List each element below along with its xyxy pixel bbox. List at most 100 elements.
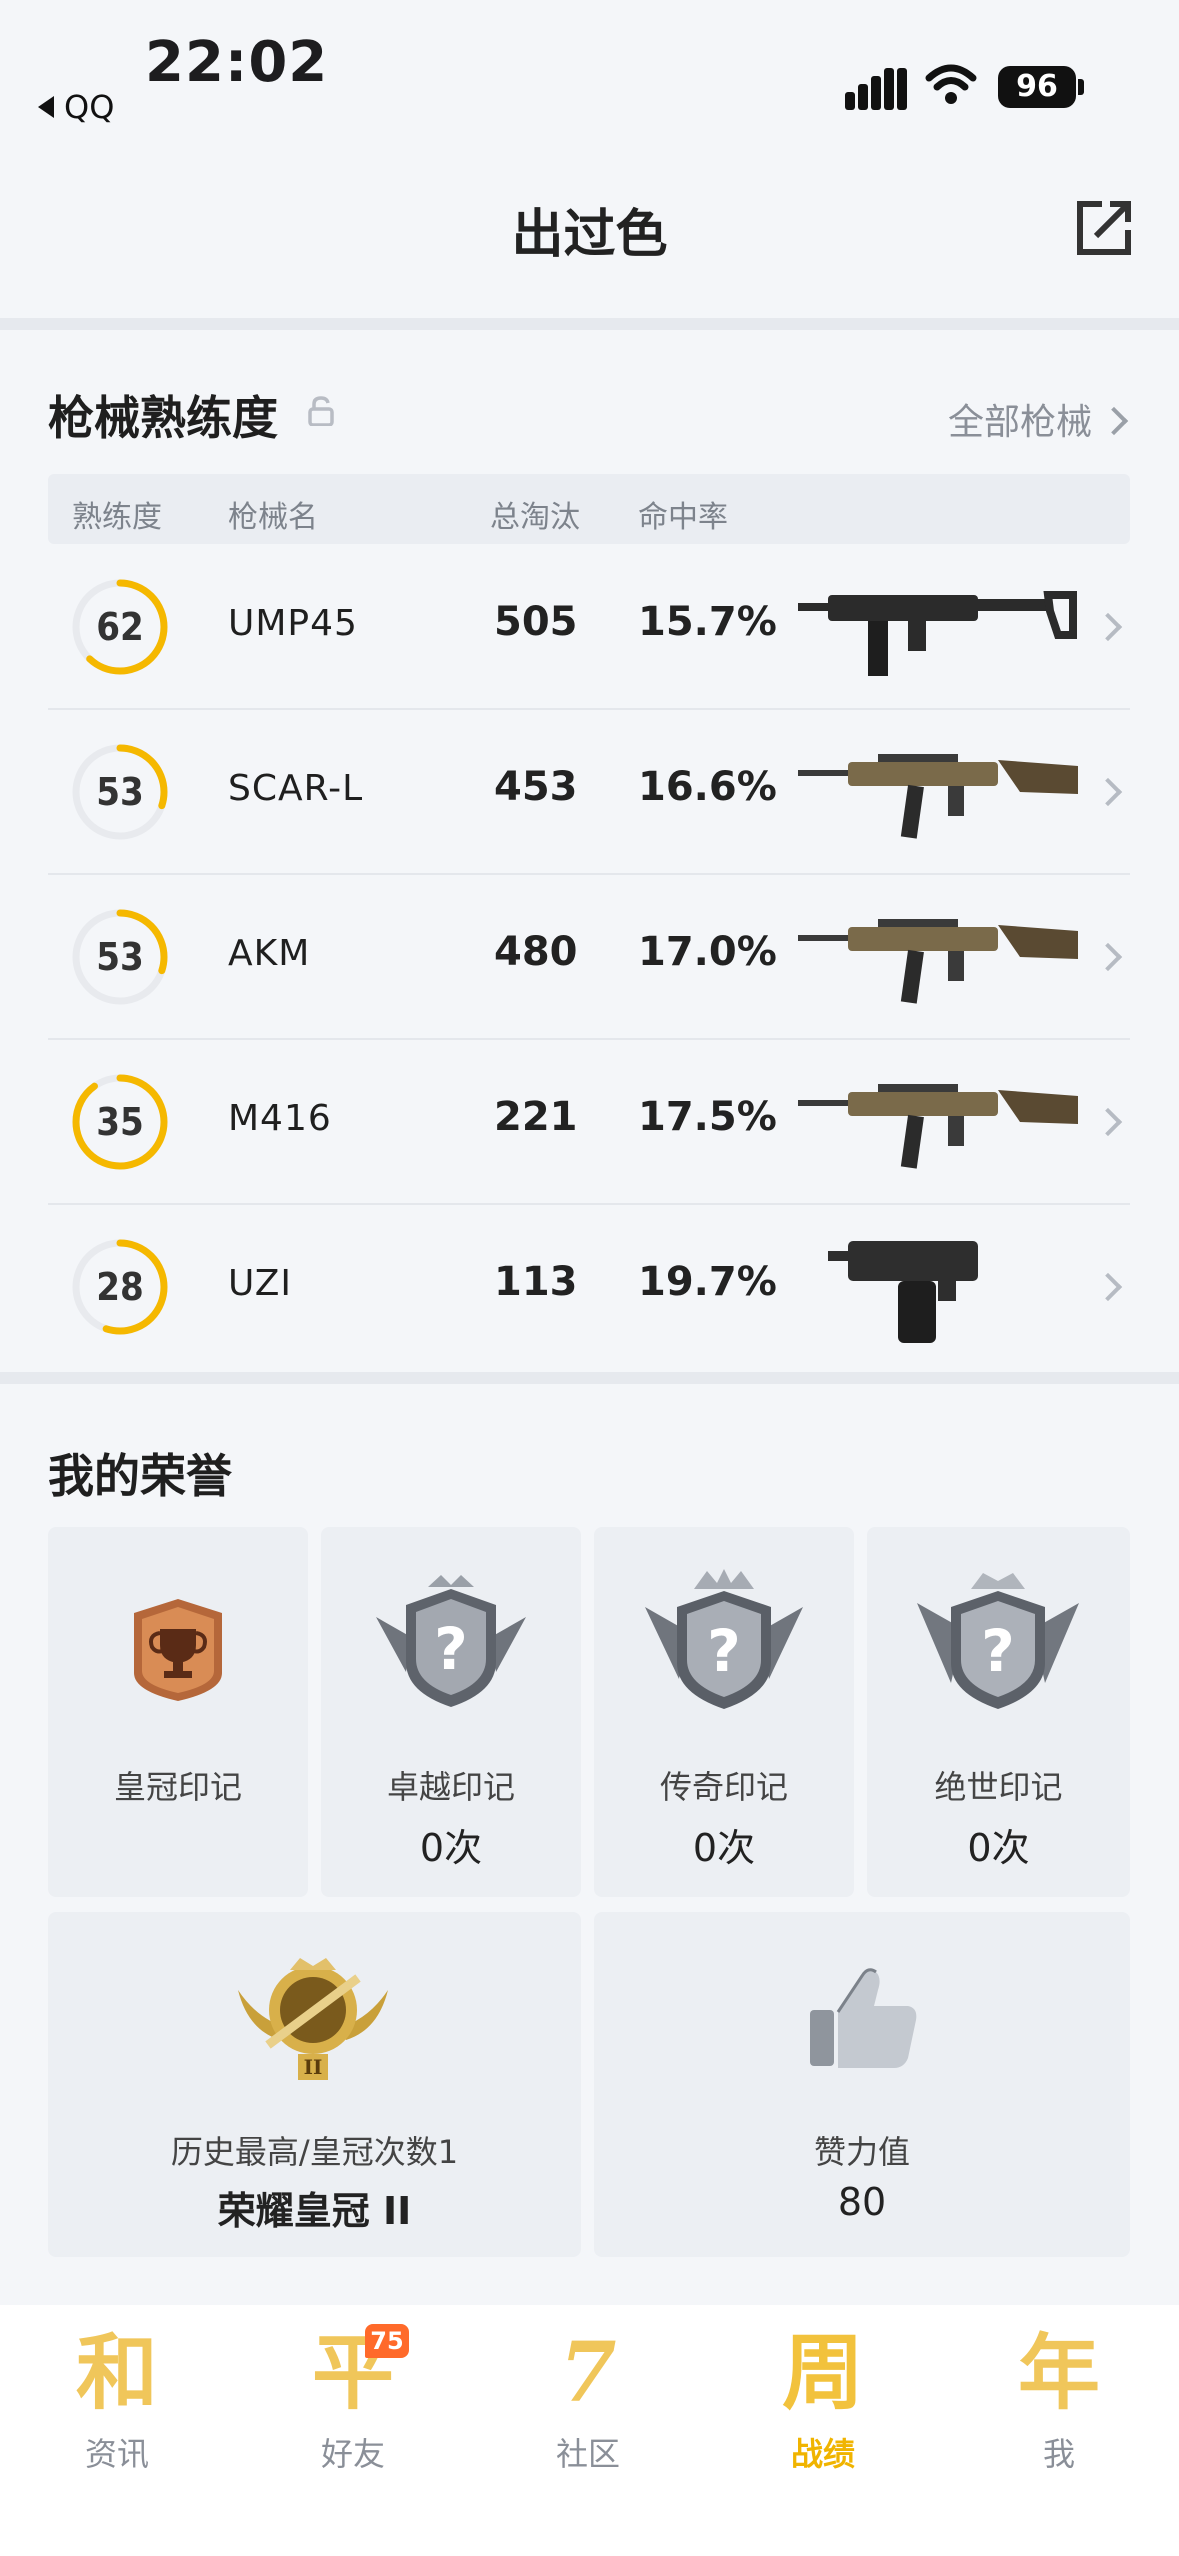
chevron-right-icon [1099, 406, 1129, 436]
mastery-value: 62 [96, 605, 144, 649]
honor-label: 传奇印记 [659, 1768, 788, 1806]
weapon-row[interactable]: 62 UMP45 505 15.7% [48, 545, 1130, 710]
weapon-name: UMP45 [228, 603, 358, 644]
weapon-hit-rate: 15.7% [638, 599, 777, 645]
honors-title: 我的荣誉 [48, 1449, 232, 1503]
tab-news-label: 资讯 [84, 2435, 149, 2473]
all-weapons-label: 全部枪械 [947, 402, 1092, 443]
weapon-hit-rate: 19.7% [638, 1259, 777, 1305]
column-mastery: 熟练度 [72, 500, 162, 535]
chevron-right-icon [1093, 942, 1123, 972]
tab-community-label: 社区 [555, 2435, 620, 2473]
weapon-hit-rate: 17.5% [638, 1094, 777, 1140]
page-title: 出过色 [511, 205, 668, 265]
tab-stats-label: 战绩 [790, 2435, 855, 2473]
status-time: 22:02 [145, 30, 329, 95]
back-app-label: QQ [64, 88, 115, 126]
weapon-kills: 221 [494, 1094, 578, 1140]
weapon-table-header: 熟练度 枪械名 总淘汰 命中率 [48, 474, 1130, 544]
svg-text:II: II [304, 2055, 323, 2079]
best-rank-card[interactable]: II 历史最高/皇冠次数1 荣耀皇冠 II [48, 1912, 581, 2257]
all-weapons-link[interactable]: 全部枪械 [947, 393, 1129, 445]
chevron-right-icon [1093, 1107, 1123, 1137]
bottom-tab-bar: 和 资讯 平 好友 7 社区 周 战绩 年 我 [0, 2305, 1179, 2556]
mastery-value: 28 [96, 1265, 144, 1309]
tab-me[interactable]: 年 我 [989, 2325, 1129, 2475]
back-arrow-icon [38, 96, 54, 118]
trophy-badge-icon [134, 1599, 222, 1701]
weapon-hit-rate: 16.6% [638, 764, 777, 810]
weapon-row[interactable]: 53 AKM 480 17.0% [48, 875, 1130, 1040]
legend-mark-card[interactable]: ? 传奇印记 0次 [594, 1527, 854, 1897]
weapon-name: AKM [228, 933, 311, 974]
honor-label: 绝世印记 [934, 1768, 1063, 1806]
tab-stats-icon: 周 [781, 2325, 864, 2421]
honor-count: 0次 [419, 1826, 483, 1870]
likes-value: 80 [837, 2180, 887, 2224]
unlock-icon[interactable] [308, 396, 334, 426]
mastery-value: 53 [96, 770, 144, 814]
thumbs-up-icon [810, 1968, 917, 2068]
svg-text:?: ? [434, 1615, 468, 1683]
weapon-row[interactable]: 35 M416 221 17.5% [48, 1040, 1130, 1205]
likes-card[interactable]: 赞力值 80 [594, 1912, 1130, 2257]
section-divider [0, 318, 1179, 330]
rifle-icon [798, 754, 1078, 839]
honor-label: 皇冠印记 [113, 1768, 242, 1806]
best-rank-value: 荣耀皇冠 II [217, 2189, 412, 2233]
friends-badge: 75 [365, 2324, 409, 2358]
tab-news[interactable]: 和 资讯 [47, 2325, 187, 2475]
section-divider [0, 1372, 1179, 1384]
weapon-name: M416 [228, 1098, 332, 1139]
locked-emblem-icon: ? [917, 1573, 1079, 1709]
tab-community[interactable]: 7 社区 [518, 2325, 658, 2475]
weapon-row[interactable]: 28 UZI 113 19.7% [48, 1205, 1130, 1370]
svg-text:?: ? [707, 1617, 741, 1685]
weapon-name: UZI [228, 1263, 292, 1304]
weapon-kills: 505 [494, 599, 578, 645]
tab-community-icon: 7 [559, 2325, 617, 2421]
tab-me-label: 我 [1042, 2435, 1075, 2473]
tab-friends-label: 好友 [320, 2435, 385, 2473]
peerless-mark-card[interactable]: ? 绝世印记 0次 [867, 1527, 1130, 1897]
weapon-kills: 480 [494, 929, 578, 975]
weapon-kills: 453 [494, 764, 578, 810]
battery-nub [1078, 79, 1084, 95]
cellular-signal-icon [845, 66, 907, 110]
best-rank-label: 历史最高/皇冠次数1 [170, 2133, 459, 2171]
column-hit-rate: 命中率 [638, 500, 728, 535]
chevron-right-icon [1093, 777, 1123, 807]
weapon-mastery-title: 枪械熟练度 [48, 391, 278, 445]
tab-stats[interactable]: 周 战绩 [753, 2325, 893, 2475]
locked-emblem-icon: ? [376, 1575, 526, 1707]
smg-icon [798, 591, 1077, 676]
crown-mark-card[interactable]: 皇冠印记 [48, 1527, 308, 1897]
column-weapon-name: 枪械名 [228, 500, 318, 535]
battery-indicator: 96 [998, 66, 1076, 108]
share-icon[interactable] [1072, 196, 1136, 260]
excellence-mark-card[interactable]: ? 卓越印记 0次 [321, 1527, 581, 1897]
tab-news-icon: 和 [75, 2325, 158, 2421]
rifle-icon [798, 1084, 1078, 1169]
mastery-value: 53 [96, 935, 144, 979]
svg-text:?: ? [981, 1617, 1015, 1685]
likes-label: 赞力值 [813, 2133, 910, 2171]
column-kills: 总淘汰 [490, 500, 580, 535]
tab-me-icon: 年 [1017, 2325, 1100, 2421]
chevron-right-icon [1093, 612, 1123, 642]
weapon-row[interactable]: 53 SCAR-L 453 16.6% [48, 710, 1130, 875]
weapon-hit-rate: 17.0% [638, 929, 777, 975]
rifle-icon [798, 919, 1078, 1004]
honor-count: 0次 [692, 1826, 756, 1870]
back-to-app-link[interactable]: QQ [38, 88, 114, 126]
locked-emblem-icon: ? [645, 1569, 803, 1709]
machine-pistol-icon [828, 1241, 978, 1343]
chevron-right-icon [1093, 1272, 1123, 1302]
glory-crown-rank-icon: II [238, 1958, 388, 2080]
honor-count: 0次 [967, 1826, 1030, 1870]
wifi-icon [925, 64, 977, 104]
weapon-name: SCAR-L [228, 768, 364, 809]
honor-label: 卓越印记 [386, 1768, 515, 1806]
weapon-kills: 113 [494, 1259, 578, 1305]
mastery-value: 35 [96, 1100, 144, 1144]
